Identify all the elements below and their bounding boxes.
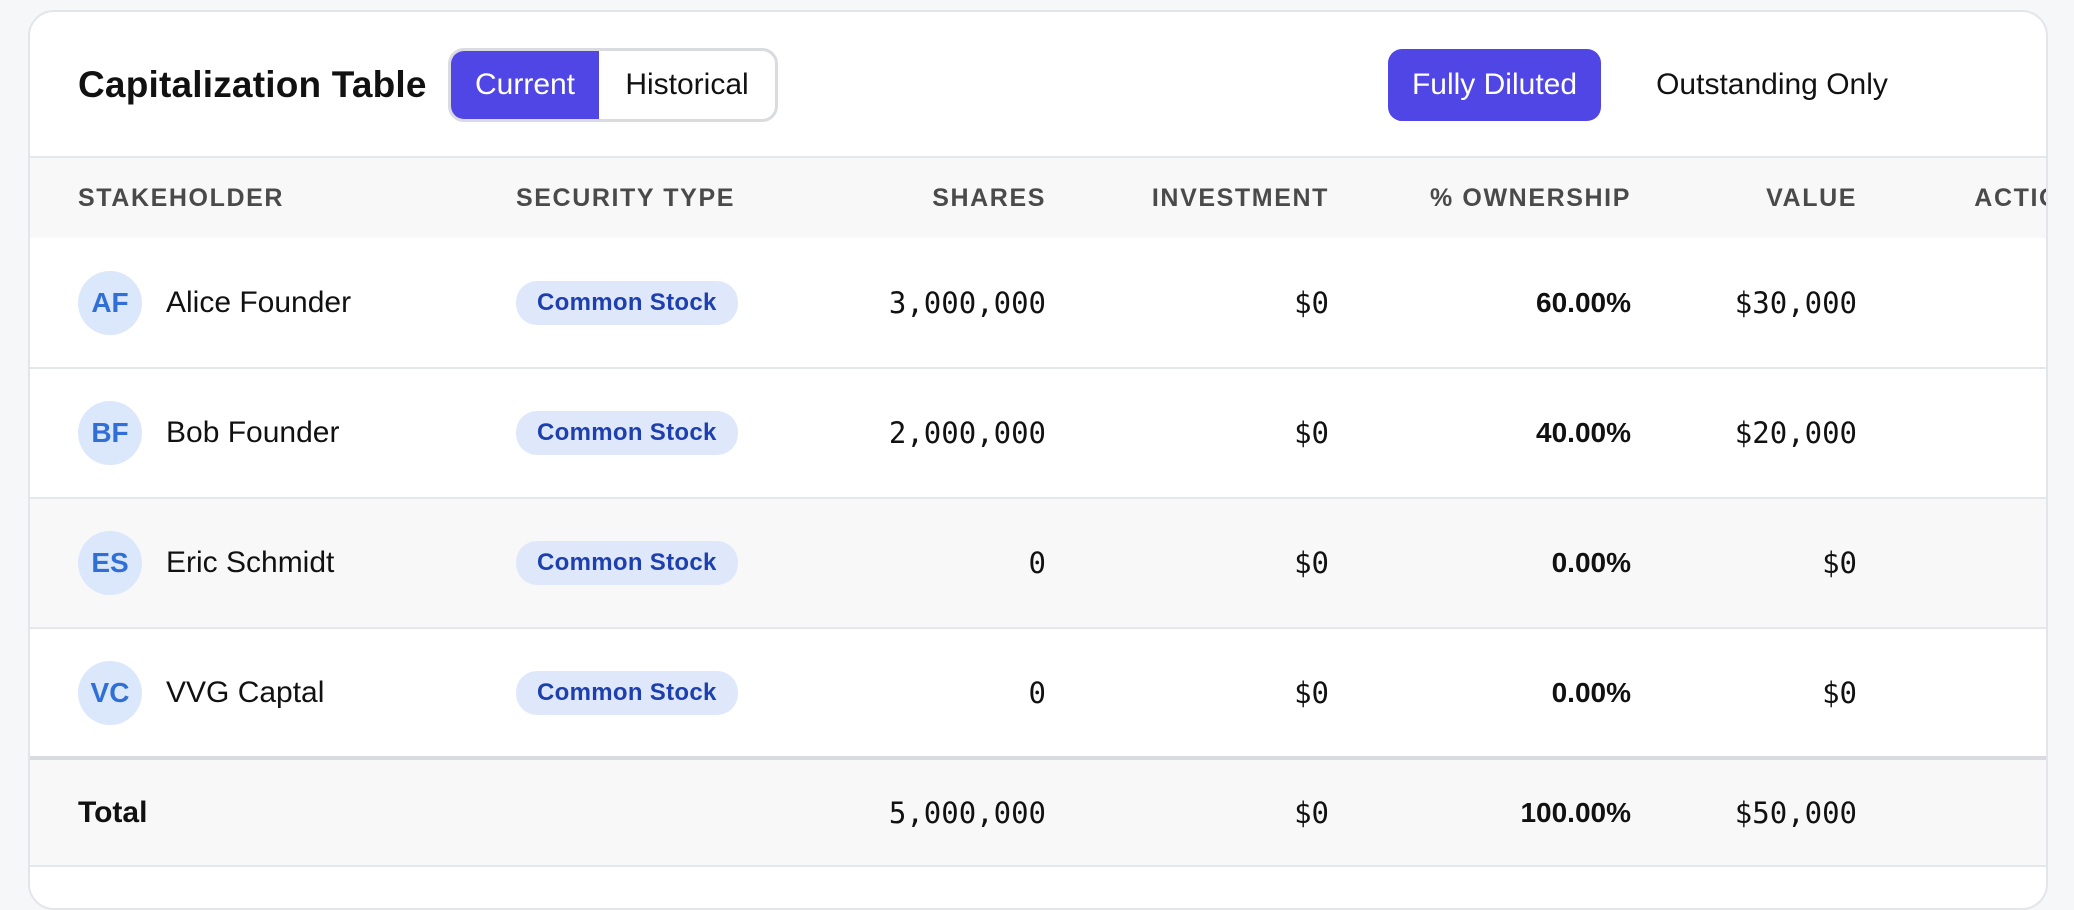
total-investment-cell: $0 (1294, 795, 1329, 830)
column-header-actions: ACTIONS (1974, 183, 2046, 212)
total-shares-cell: 5,000,000 (888, 795, 1046, 830)
shares-cell: 2,000,000 (888, 416, 1046, 450)
avatar: AF (78, 270, 142, 335)
value-cell: $0 (1822, 546, 1857, 580)
total-actions-cell (1857, 758, 2046, 866)
table-row[interactable]: ES Eric Schmidt Common Stock 0 $0 0.00% … (30, 498, 2046, 628)
page-title: Capitalization Table (78, 64, 427, 105)
investment-cell: $0 (1294, 416, 1329, 450)
stakeholder-cell: VC VVG Captal (78, 660, 516, 725)
actions-cell (1857, 498, 2046, 628)
value-cell: $20,000 (1734, 416, 1857, 450)
column-header-investment[interactable]: INVESTMENT (1046, 158, 1329, 238)
total-ownership-cell: 100.00% (1520, 796, 1631, 828)
security-type-badge: Common Stock (516, 411, 738, 455)
table-header-row: STAKEHOLDER SECURITY TYPE SHARES INVESTM… (30, 158, 2046, 238)
total-value-cell: $50,000 (1734, 795, 1857, 830)
actions-cell (1857, 238, 2046, 368)
fully-diluted-button[interactable]: Fully Diluted (1388, 49, 1601, 121)
cap-table-card: Capitalization Table Current Historical … (28, 10, 2048, 910)
current-toggle-button[interactable]: Current (451, 51, 599, 119)
investment-cell: $0 (1294, 285, 1329, 320)
column-header-security-type[interactable]: SECURITY TYPE (516, 158, 816, 238)
time-toggle: Current Historical (448, 48, 778, 122)
column-header-ownership[interactable]: % OWNERSHIP (1329, 158, 1631, 238)
stakeholder-name[interactable]: Alice Founder (166, 286, 351, 320)
avatar: BF (78, 401, 142, 465)
total-label: Total (78, 795, 148, 829)
actions-cell (1857, 368, 2046, 498)
shares-cell: 0 (1028, 546, 1046, 580)
table-row[interactable]: AF Alice Founder Common Stock 3,000,000 … (30, 238, 2046, 368)
investment-cell: $0 (1294, 546, 1329, 580)
table-row[interactable]: BF Bob Founder Common Stock 2,000,000 $0… (30, 368, 2046, 498)
column-header-stakeholder[interactable]: STAKEHOLDER (30, 158, 516, 238)
security-type-badge: Common Stock (516, 280, 738, 325)
outstanding-only-button[interactable]: Outstanding Only (1642, 49, 1902, 121)
cap-table-header: Capitalization Table Current Historical … (30, 12, 2046, 158)
security-type-badge: Common Stock (516, 541, 738, 585)
stakeholder-cell: BF Bob Founder (78, 401, 516, 465)
value-cell: $30,000 (1734, 285, 1857, 320)
column-header-shares[interactable]: SHARES (816, 158, 1046, 238)
stakeholder-cell: ES Eric Schmidt (78, 531, 516, 595)
ownership-cell: 60.00% (1536, 286, 1631, 318)
stakeholder-name[interactable]: VVG Captal (166, 676, 324, 710)
stakeholder-name[interactable]: Bob Founder (166, 416, 339, 450)
shares-cell: 3,000,000 (888, 285, 1046, 320)
stakeholder-name[interactable]: Eric Schmidt (166, 546, 334, 580)
avatar: ES (78, 531, 142, 595)
ownership-cell: 0.00% (1551, 547, 1631, 578)
actions-cell (1857, 628, 2046, 758)
total-row: Total 5,000,000 $0 100.00% $50,000 (30, 758, 2046, 866)
avatar: VC (78, 660, 142, 725)
historical-toggle-button[interactable]: Historical (599, 51, 775, 119)
ownership-cell: 40.00% (1536, 417, 1631, 448)
table-row[interactable]: VC VVG Captal Common Stock 0 $0 0.00% $0 (30, 628, 2046, 758)
shares-cell: 0 (1028, 675, 1046, 710)
security-type-badge: Common Stock (516, 670, 738, 715)
total-security-type-cell (516, 758, 816, 866)
stakeholder-cell: AF Alice Founder (78, 270, 516, 335)
ownership-cell: 0.00% (1551, 676, 1631, 708)
cap-table: STAKEHOLDER SECURITY TYPE SHARES INVESTM… (30, 158, 2046, 867)
value-cell: $0 (1822, 675, 1857, 710)
column-header-value[interactable]: VALUE (1631, 158, 1857, 238)
investment-cell: $0 (1294, 675, 1329, 710)
